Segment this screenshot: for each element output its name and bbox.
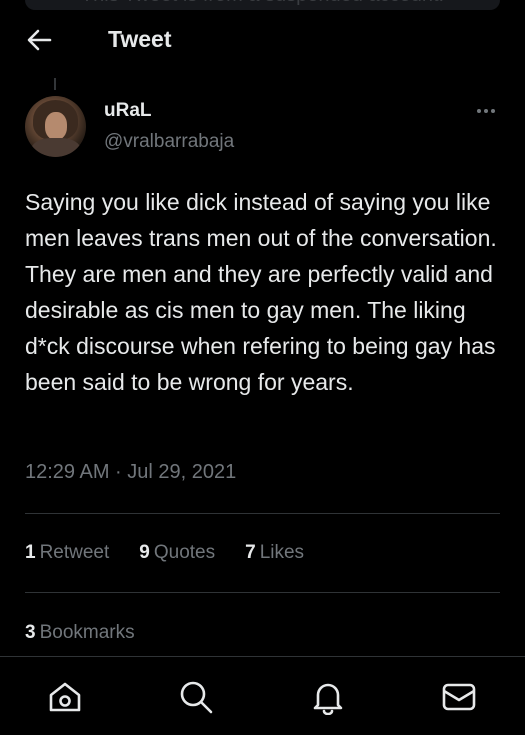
tweet-timestamp[interactable]: 12:29 AM · Jul 29, 2021 bbox=[25, 461, 236, 484]
search-icon bbox=[180, 681, 213, 714]
divider bbox=[25, 513, 500, 514]
likes-count: 7 bbox=[245, 542, 256, 563]
page-title: Tweet bbox=[108, 26, 172, 52]
nav-notifications[interactable] bbox=[310, 679, 346, 716]
bookmarks-count: 3 bbox=[25, 622, 36, 643]
retweets-count: 1 bbox=[25, 542, 36, 563]
quotes-count: 9 bbox=[139, 542, 150, 563]
top-header: This Tweet is from a suspended account. … bbox=[0, 0, 525, 78]
avatar-body bbox=[31, 138, 81, 157]
more-dot-icon bbox=[477, 109, 481, 113]
more-dot-icon bbox=[484, 109, 488, 113]
tweet-stats: 1 Retweet 9 Quotes 7 Likes bbox=[25, 542, 304, 564]
notifications-icon bbox=[313, 683, 343, 716]
back-button[interactable] bbox=[22, 24, 56, 56]
thread-connector-line bbox=[54, 78, 56, 90]
divider bbox=[25, 592, 500, 593]
bottom-nav bbox=[0, 656, 525, 735]
avatar[interactable] bbox=[25, 96, 86, 157]
messages-icon bbox=[442, 683, 476, 711]
arrow-left-icon bbox=[27, 29, 52, 51]
nav-home[interactable] bbox=[47, 679, 83, 715]
more-options-button[interactable] bbox=[470, 100, 502, 122]
more-dot-icon bbox=[491, 109, 495, 113]
likes-label: Likes bbox=[259, 542, 305, 563]
avatar-face bbox=[45, 112, 67, 140]
author-handle[interactable]: @vralbarrabaja bbox=[104, 131, 234, 153]
bookmarks-label: Bookmarks bbox=[39, 622, 135, 643]
retweets-stat[interactable]: 1 Retweet bbox=[25, 542, 109, 564]
home-icon bbox=[49, 682, 81, 712]
quotes-stat[interactable]: 9 Quotes bbox=[139, 542, 215, 564]
tweet-text: Saying you like dick instead of saying y… bbox=[25, 189, 497, 395]
retweets-label: Retweet bbox=[39, 542, 110, 563]
likes-stat[interactable]: 7 Likes bbox=[245, 542, 304, 564]
bookmarks-stat[interactable]: 3 Bookmarks bbox=[25, 622, 135, 644]
nav-messages[interactable] bbox=[441, 679, 477, 715]
quotes-label: Quotes bbox=[153, 542, 216, 563]
nav-search[interactable] bbox=[178, 679, 214, 715]
suspended-banner: This Tweet is from a suspended account. bbox=[25, 0, 500, 10]
author-display-name[interactable]: uRaL bbox=[104, 100, 152, 122]
